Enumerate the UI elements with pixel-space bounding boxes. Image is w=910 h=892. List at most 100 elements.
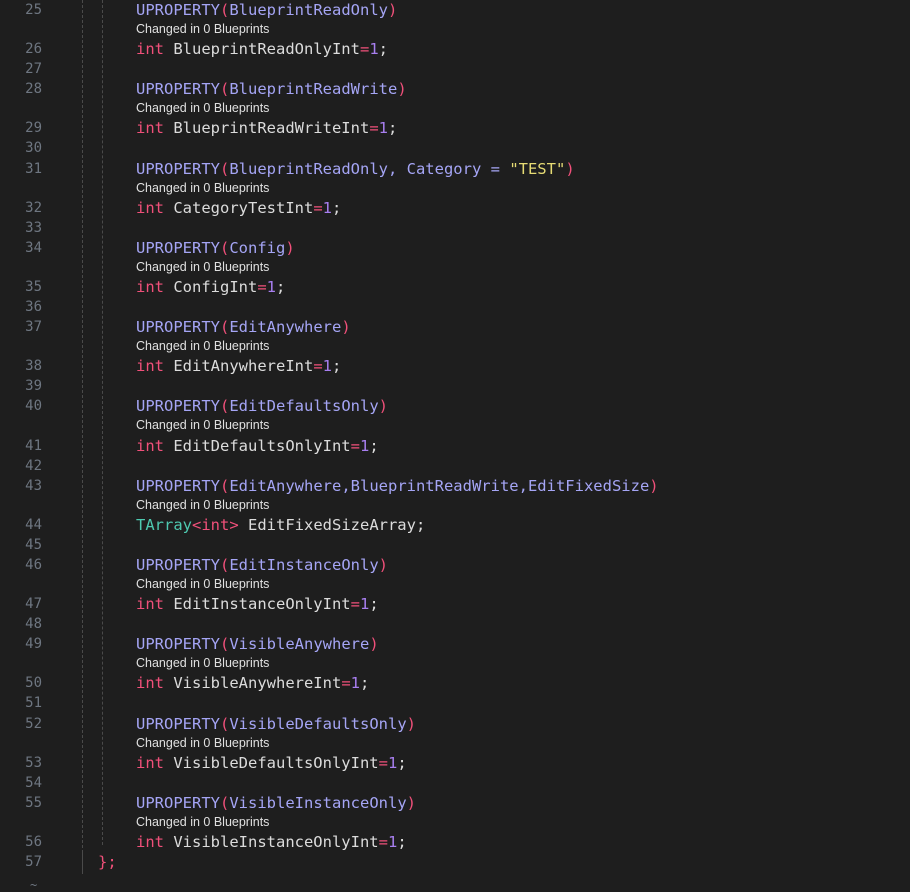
macro-args: VisibleInstanceOnly — [229, 794, 407, 812]
macro-name: UPROPERTY — [136, 318, 220, 336]
code-line[interactable]: UPROPERTY(VisibleInstanceOnly) — [136, 793, 416, 813]
blueprint-usage-hint[interactable]: Changed in 0 Blueprints — [136, 497, 269, 513]
macro-name: UPROPERTY — [136, 397, 220, 415]
open-paren: ( — [220, 477, 230, 495]
type-keyword: int — [136, 833, 164, 851]
macro-args: Config — [229, 239, 286, 257]
code-line[interactable]: UPROPERTY(VisibleDefaultsOnly) — [136, 714, 416, 734]
macro-name: UPROPERTY — [136, 1, 220, 19]
semicolon: ; — [369, 437, 379, 455]
variable-name: EditInstanceOnlyInt — [164, 595, 351, 613]
code-line[interactable]: }; — [98, 852, 117, 872]
close-paren: ) — [387, 1, 398, 19]
string-literal: "TEST" — [509, 160, 566, 178]
close-paren: ) — [406, 715, 416, 733]
macro-name: UPROPERTY — [136, 635, 220, 653]
macro-args: EditDefaultsOnly — [229, 397, 379, 415]
line-number: 31 — [25, 161, 42, 177]
number-literal: 1 — [387, 833, 398, 851]
closing-brace: }; — [98, 853, 117, 871]
line-number: 51 — [25, 695, 42, 711]
open-paren: ( — [220, 635, 230, 653]
variable-name: EditAnywhereInt — [164, 357, 314, 375]
blueprint-usage-hint[interactable]: Changed in 0 Blueprints — [136, 180, 269, 196]
template-arg: <int> — [192, 516, 239, 534]
macro-name: UPROPERTY — [136, 715, 220, 733]
open-paren: ( — [220, 80, 230, 98]
macro-args: EditAnywhere,BlueprintReadWrite,EditFixe… — [229, 477, 650, 495]
line-number: 43 — [25, 478, 42, 494]
macro-name: UPROPERTY — [136, 556, 220, 574]
code-line[interactable]: int EditDefaultsOnlyInt=1; — [136, 436, 379, 456]
blueprint-usage-hint[interactable]: Changed in 0 Blueprints — [136, 338, 269, 354]
code-line[interactable]: UPROPERTY(BlueprintReadOnly, Category = … — [136, 159, 575, 179]
assign-operator: = — [257, 278, 267, 296]
number-literal: 1 — [378, 119, 388, 137]
semicolon: ; — [397, 833, 407, 851]
variable-name: BlueprintReadOnlyInt — [164, 40, 360, 58]
number-literal: 1 — [387, 754, 398, 772]
code-line[interactable]: int CategoryTestInt=1; — [136, 198, 341, 218]
line-number: 35 — [25, 279, 42, 295]
line-number: 39 — [25, 378, 42, 394]
blueprint-usage-hint[interactable]: Changed in 0 Blueprints — [136, 21, 269, 37]
code-line[interactable]: UPROPERTY(VisibleAnywhere) — [136, 634, 379, 654]
line-number: 25 — [25, 2, 42, 18]
code-line[interactable]: UPROPERTY(EditAnywhere) — [136, 317, 351, 337]
macro-args: VisibleDefaultsOnly — [229, 715, 407, 733]
open-paren: ( — [220, 239, 230, 257]
code-editor[interactable]: ~ 25 UPROPERTY(BlueprintReadOnly) Changed … — [0, 0, 910, 892]
variable-name: VisibleAnywhereInt — [164, 674, 342, 692]
code-line[interactable]: UPROPERTY(EditAnywhere,BlueprintReadWrit… — [136, 476, 659, 496]
blueprint-usage-hint[interactable]: Changed in 0 Blueprints — [136, 655, 269, 671]
code-line[interactable]: int BlueprintReadWriteInt=1; — [136, 118, 397, 138]
type-keyword: int — [136, 595, 164, 613]
line-number: 49 — [25, 636, 42, 652]
code-line[interactable]: int VisibleDefaultsOnlyInt=1; — [136, 753, 407, 773]
blueprint-usage-hint[interactable]: Changed in 0 Blueprints — [136, 417, 269, 433]
code-line[interactable]: TArray<int> EditFixedSizeArray; — [136, 515, 425, 535]
line-number: 28 — [25, 81, 42, 97]
code-line[interactable]: int EditAnywhereInt=1; — [136, 356, 341, 376]
code-line[interactable]: int BlueprintReadOnlyInt=1; — [136, 39, 388, 59]
indent-guide — [82, 0, 83, 868]
line-number: 55 — [25, 795, 42, 811]
macro-name: UPROPERTY — [136, 239, 220, 257]
type-keyword: int — [136, 199, 164, 217]
macro-name: UPROPERTY — [136, 477, 220, 495]
code-line[interactable]: UPROPERTY(BlueprintReadWrite) — [136, 79, 407, 99]
macro-args: EditAnywhere — [229, 318, 342, 336]
code-line[interactable]: UPROPERTY(EditDefaultsOnly) — [136, 396, 388, 416]
blueprint-usage-hint[interactable]: Changed in 0 Blueprints — [136, 259, 269, 275]
code-line[interactable]: UPROPERTY(Config) — [136, 238, 295, 258]
blueprint-usage-hint[interactable]: Changed in 0 Blueprints — [136, 576, 269, 592]
line-number: 57 — [25, 854, 42, 870]
assign-operator: = — [350, 437, 360, 455]
open-paren: ( — [220, 318, 230, 336]
blueprint-usage-hint[interactable]: Changed in 0 Blueprints — [136, 814, 269, 830]
code-line[interactable]: int EditInstanceOnlyInt=1; — [136, 594, 379, 614]
line-number: 52 — [25, 716, 42, 732]
code-line[interactable]: int VisibleAnywhereInt=1; — [136, 673, 369, 693]
variable-name: VisibleInstanceOnlyInt — [164, 833, 379, 851]
end-of-file-marker: ~ — [30, 878, 38, 892]
number-literal: 1 — [322, 199, 332, 217]
assign-operator: = — [378, 754, 388, 772]
macro-args: BlueprintReadOnly, Category = — [229, 160, 510, 178]
code-line[interactable]: int ConfigInt=1; — [136, 277, 285, 297]
line-number: 38 — [25, 358, 42, 374]
line-number: 56 — [25, 834, 42, 850]
close-paren: ) — [369, 635, 379, 653]
semicolon: ; — [369, 595, 379, 613]
close-paren: ) — [285, 239, 295, 257]
type-keyword: int — [136, 674, 164, 692]
semicolon: ; — [388, 119, 398, 137]
assign-operator: = — [350, 595, 360, 613]
code-line[interactable]: int VisibleInstanceOnlyInt=1; — [136, 832, 407, 852]
line-number: 42 — [25, 458, 42, 474]
code-line[interactable]: UPROPERTY(BlueprintReadOnly) — [136, 0, 397, 20]
blueprint-usage-hint[interactable]: Changed in 0 Blueprints — [136, 735, 269, 751]
blueprint-usage-hint[interactable]: Changed in 0 Blueprints — [136, 100, 269, 116]
number-literal: 1 — [266, 278, 277, 296]
code-line[interactable]: UPROPERTY(EditInstanceOnly) — [136, 555, 388, 575]
